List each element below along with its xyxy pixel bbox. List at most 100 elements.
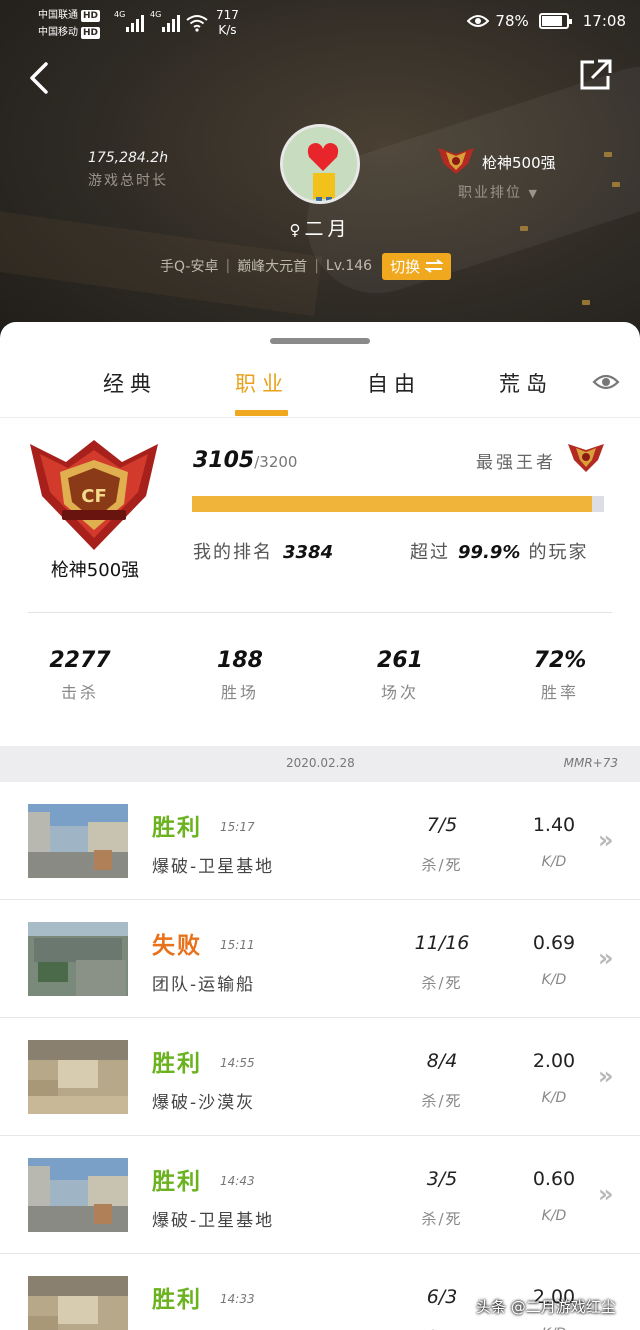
spark-decoration	[520, 226, 528, 231]
speed-unit: K/s	[218, 23, 237, 37]
profile-header: 中国联通 HD 中国移动 HD 4G 4G 717 K/s 78% 17:08 …	[0, 0, 640, 360]
match-row[interactable]: 胜利 15:17 爆破-卫星基地 7/5 杀/死 1.40 K/D »	[0, 782, 640, 900]
match-time: 14:33	[220, 1292, 255, 1306]
tier-emblem-icon	[568, 444, 604, 472]
rank-progress-bar	[192, 496, 604, 512]
carrier-name: 中国联通	[38, 10, 78, 21]
stat-kills: 2277 击杀	[30, 648, 130, 703]
rank-type-label: 职业排位	[458, 185, 522, 201]
map-thumbnail	[28, 1276, 128, 1330]
network-type: 4G	[114, 10, 126, 19]
match-row[interactable]: 失败 15:11 团队-运输船 11/16 杀/死 0.69 K/D »	[0, 900, 640, 1018]
battery-icon	[538, 13, 572, 29]
network-type: 4G	[150, 10, 162, 19]
hd-badge: HD	[81, 10, 101, 22]
watermark: 头条 @二月游戏红尘	[476, 1298, 616, 1316]
switch-account-button[interactable]: 切换	[382, 252, 452, 280]
swap-icon	[425, 259, 444, 273]
rank-progress-fill	[192, 496, 592, 512]
match-result: 胜利	[152, 1051, 202, 1077]
divider	[28, 612, 612, 613]
stat-value: 261	[377, 648, 423, 673]
wifi-icon	[186, 15, 208, 32]
match-result: 胜利	[152, 1287, 202, 1313]
map-thumbnail	[28, 1040, 128, 1114]
spark-decoration	[604, 152, 612, 157]
match-mode-map: 爆破-沙漠灰	[152, 1093, 256, 1113]
rank-card: CF 枪神500强 3105/3200 最强王者 我的排名 3384 超过 99.9…	[0, 420, 640, 615]
map-thumbnail	[28, 922, 128, 996]
my-rank: 我的排名 3384	[193, 538, 333, 564]
chevron-right-icon: »	[598, 1180, 614, 1208]
match-mode-map: 爆破-卫星基地	[152, 857, 275, 877]
map-thumbnail	[28, 804, 128, 878]
match-result: 失败	[152, 933, 202, 959]
kill-death: 6/3	[426, 1286, 458, 1308]
drag-handle[interactable]	[270, 338, 370, 344]
match-date: 2020.02.28	[286, 756, 355, 770]
badge-name: 枪神500强	[50, 560, 140, 581]
stats-row: 2277 击杀 188 胜场 261 场次 72% 胜率	[0, 648, 640, 718]
avatar[interactable]	[280, 124, 360, 204]
kill-death-label: 杀/死	[421, 974, 463, 992]
share-icon[interactable]	[578, 58, 614, 92]
signal-icon: 4G	[150, 10, 180, 32]
kd-ratio-label: K/D	[514, 1326, 594, 1330]
hd-badge: HD	[81, 27, 101, 39]
kill-death: 7/5	[426, 814, 458, 836]
active-tab-indicator	[235, 410, 288, 416]
stat-label: 击杀	[60, 683, 99, 702]
kill-death: 11/16	[414, 932, 470, 954]
kd-ratio-label: K/D	[541, 1208, 567, 1224]
map-thumbnail	[28, 1158, 128, 1232]
clock: 17:08	[582, 12, 626, 30]
my-rank-label: 我的排名	[193, 542, 273, 563]
match-row[interactable]: 胜利 14:55 爆破-沙漠灰 8/4 杀/死 2.00 K/D »	[0, 1018, 640, 1136]
stat-label: 胜率	[540, 683, 579, 702]
stat-label: 场次	[380, 683, 419, 702]
play-time-label: 游戏总时长	[88, 173, 168, 189]
chevron-right-icon: »	[598, 944, 614, 972]
stat-win-rate: 72% 胜率	[510, 648, 610, 703]
stat-wins: 188 胜场	[190, 648, 290, 703]
kd-ratio: 0.60	[532, 1168, 576, 1190]
tab-professional[interactable]: 职业	[212, 368, 312, 398]
kill-death: 3/5	[426, 1168, 458, 1190]
exceed-label: 超过	[410, 542, 450, 563]
kd-ratio-label: K/D	[541, 854, 567, 870]
kill-death: 8/4	[426, 1050, 458, 1072]
chevron-right-icon: »	[598, 826, 614, 854]
stat-matches: 261 场次	[350, 648, 450, 703]
kd-ratio: 0.69	[532, 932, 576, 954]
stat-value: 72%	[533, 648, 587, 673]
rank-type-dropdown[interactable]: 职业排位 ▼	[458, 182, 539, 202]
status-right: 78% 17:08	[467, 12, 626, 30]
kill-death-label: 杀/死	[421, 1210, 463, 1228]
score-max: /3200	[254, 453, 298, 471]
stat-value: 188	[217, 648, 263, 673]
tab-free[interactable]: 自由	[344, 368, 444, 398]
switch-label: 切换	[390, 257, 421, 276]
kill-death-label: 杀/死	[400, 1326, 484, 1330]
kd-ratio-label: K/D	[541, 972, 567, 988]
visibility-eye-icon[interactable]	[592, 372, 620, 392]
spark-decoration	[582, 300, 590, 305]
kd-ratio-label: K/D	[541, 1090, 567, 1106]
rank-score: 3105/3200	[193, 448, 297, 473]
kill-death-label: 杀/死	[421, 856, 463, 874]
match-time: 14:43	[220, 1174, 255, 1188]
network-speed: 717 K/s	[216, 8, 239, 38]
tab-classic[interactable]: 经典	[80, 368, 180, 398]
play-time-value: 175,284.2h	[87, 150, 169, 166]
match-result: 胜利	[152, 1169, 202, 1195]
match-row[interactable]: 胜利 14:43 爆破-卫星基地 3/5 杀/死 0.60 K/D »	[0, 1136, 640, 1254]
back-arrow-icon[interactable]	[22, 58, 62, 98]
play-time: 175,284.2h 游戏总时长	[60, 150, 196, 190]
rank-emblem-icon	[438, 148, 474, 174]
mmr-change: MMR+73	[563, 756, 618, 770]
carrier-info: 中国联通 HD 中国移动 HD	[38, 7, 101, 41]
match-mode-map: 爆破-卫星基地	[152, 1211, 275, 1231]
match-row[interactable]: 胜利 14:33 6/3 杀/死 2.00 K/D	[0, 1254, 640, 1330]
exceed-suffix: 的玩家	[528, 542, 589, 563]
tab-island[interactable]: 荒岛	[476, 368, 576, 398]
